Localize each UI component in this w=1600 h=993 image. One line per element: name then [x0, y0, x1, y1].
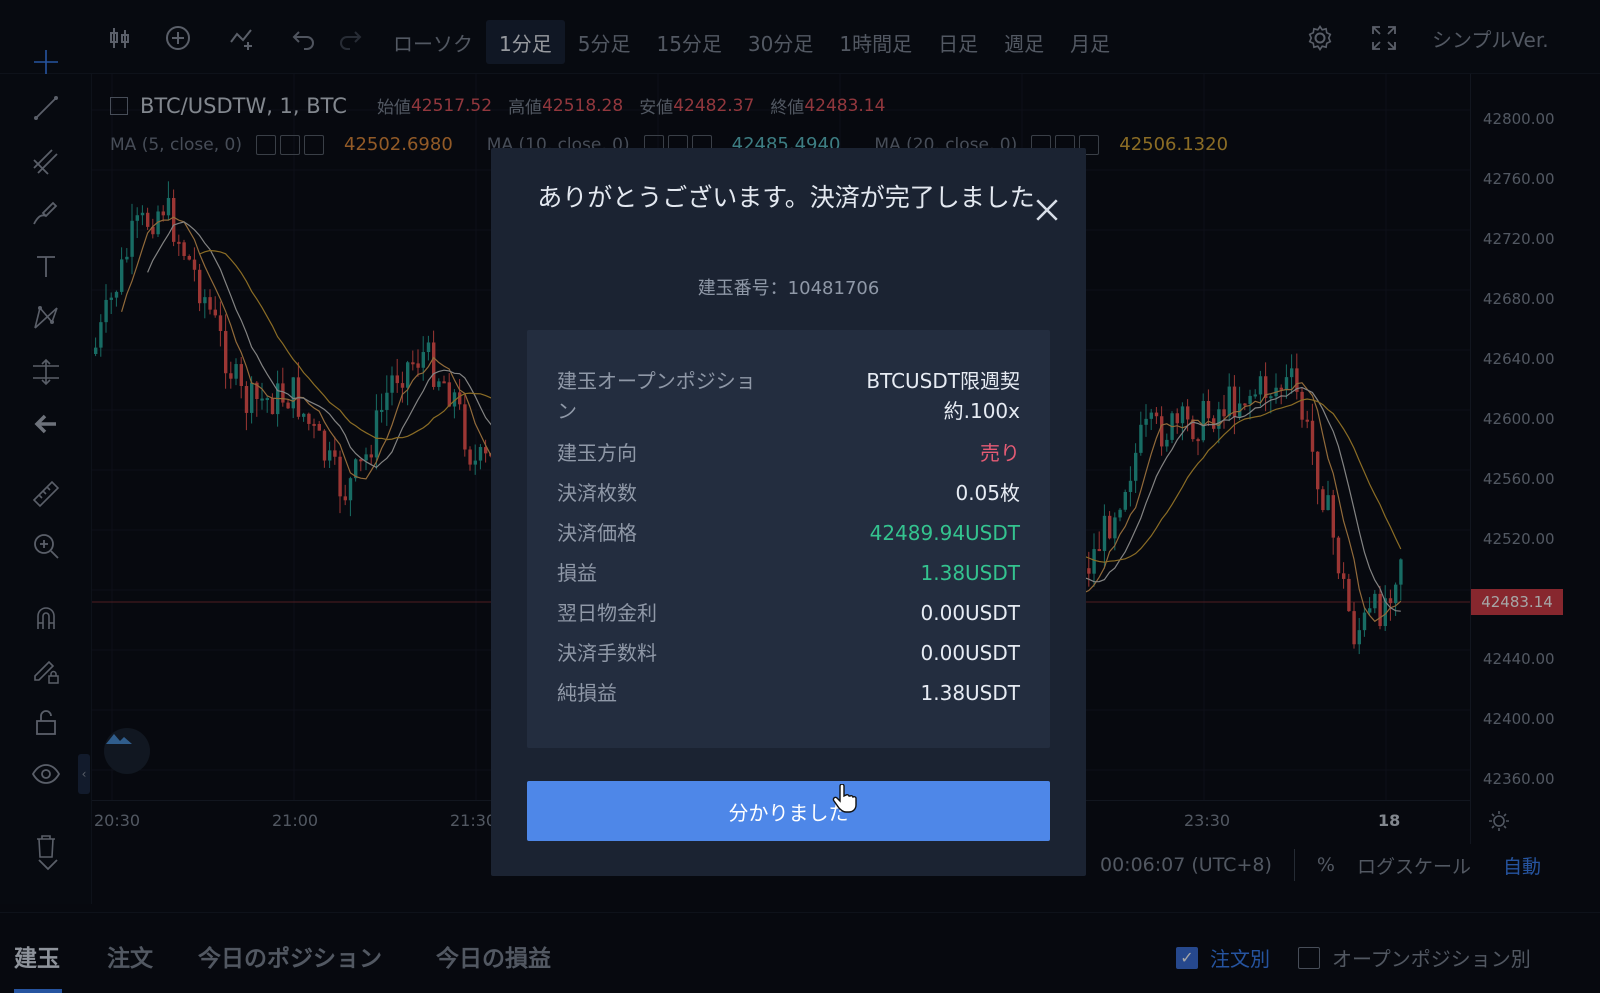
position-number: 建玉番号：10481706: [697, 278, 880, 299]
dialog-title: ありがとうございます。決済が完了しました: [537, 183, 1035, 212]
settlement-complete-dialog: ありがとうございます。決済が完了しました 建玉番号：10481706 建玉オープ…: [491, 148, 1086, 876]
ok-button[interactable]: 分かりました: [527, 781, 1050, 841]
close-icon: [1036, 199, 1058, 221]
detail-row-position: 建玉オープンポジション BTCUSDT限週契約.100x: [557, 369, 1020, 423]
close-button[interactable]: [1029, 192, 1065, 228]
trading-app: ローソク 1分足 5分足 15分足 30分足 1時間足 日足 週足 月足 シンプルVer.: [0, 0, 1600, 993]
hand-cursor-icon: [832, 784, 857, 813]
settlement-details: 建玉オープンポジション BTCUSDT限週契約.100x 建玉方向 売り 決済枚…: [527, 330, 1050, 748]
